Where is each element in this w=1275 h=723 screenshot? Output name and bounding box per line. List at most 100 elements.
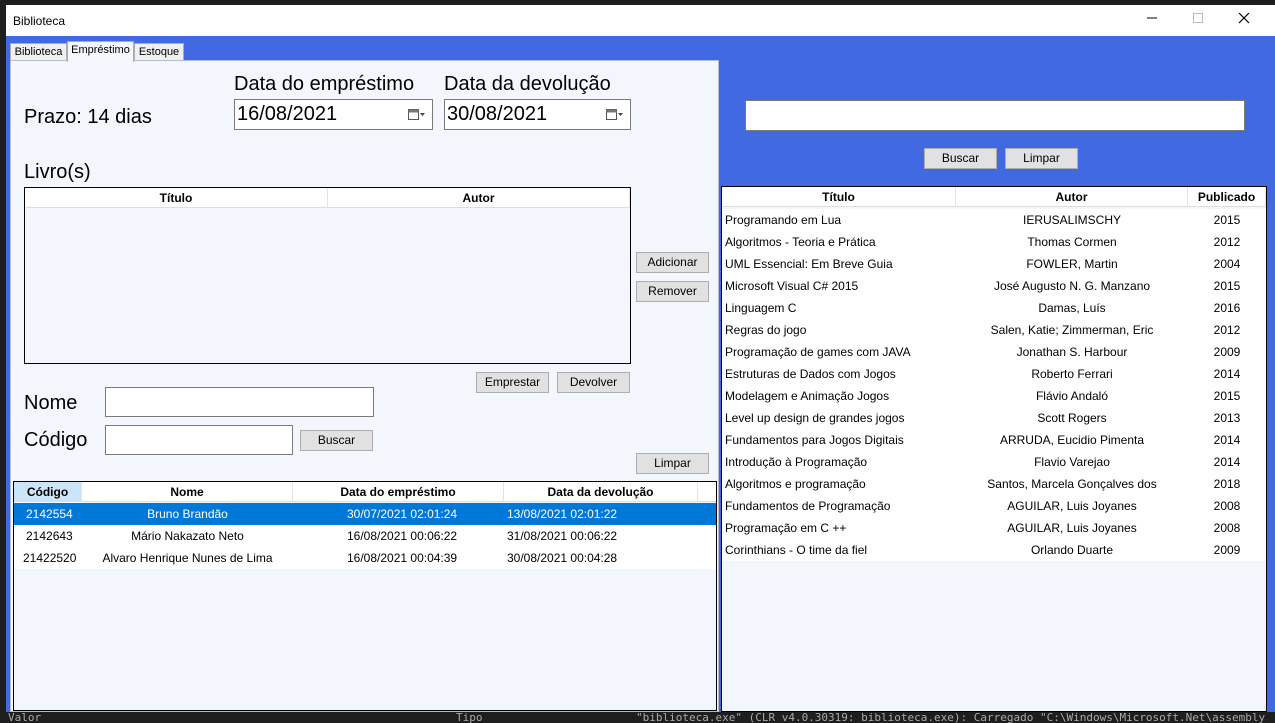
cell-year: 2012 — [1213, 323, 1241, 337]
loans-grid-header: Código Nome Data do empréstimo Data da d… — [14, 482, 716, 502]
table-row[interactable]: 2142643 Mário Nakazato Neto 16/08/2021 0… — [14, 525, 716, 547]
table-row[interactable]: Level up design de grandes jogos Scott Ro… — [722, 407, 1266, 429]
cell-author: Salen, Katie; Zimmerman, Eric — [990, 323, 1154, 337]
col-titulo[interactable]: Título — [722, 187, 956, 207]
table-row[interactable]: Fundamentos de Programação AGUILAR, Luis … — [722, 495, 1266, 517]
col-autor[interactable]: Autor — [328, 188, 630, 208]
name-input[interactable] — [105, 387, 374, 417]
cell-year: 2008 — [1213, 499, 1241, 513]
table-row[interactable]: Programando em Lua IERUSALIMSCHY 2015 — [722, 209, 1266, 231]
cell-title: Programação de games com JAVA — [725, 345, 911, 359]
cell-return-date: 13/08/2021 02:01:22 — [507, 507, 618, 521]
minimize-icon[interactable] — [1129, 5, 1175, 36]
table-row[interactable]: Algoritmos e programação Santos, Marcela … — [722, 473, 1266, 495]
clear-button[interactable]: Limpar — [636, 453, 709, 474]
table-row[interactable]: Fundamentos para Jogos Digitais ARRUDA, E… — [722, 429, 1266, 451]
table-row[interactable]: UML Essencial: Em Breve Guia FOWLER, Mart… — [722, 253, 1266, 275]
cell-year: 2018 — [1213, 477, 1241, 491]
window-title: Biblioteca — [13, 14, 66, 28]
table-row[interactable]: Estruturas de Dados com Jogos Roberto Fer… — [722, 363, 1266, 385]
lend-button[interactable]: Emprestar — [476, 372, 549, 393]
catalog-clear-button[interactable]: Limpar — [1005, 148, 1078, 169]
table-row[interactable]: 2142554 Bruno Brandão 30/07/2021 02:01:2… — [14, 503, 716, 525]
col-autor[interactable]: Autor — [956, 187, 1188, 207]
tab-biblioteca[interactable]: Biblioteca — [10, 43, 67, 61]
table-row[interactable]: Modelagem e Animação Jogos Flávio Andaló 2… — [722, 385, 1266, 407]
cell-author: Thomas Cormen — [1027, 235, 1117, 249]
cell-author: Damas, Luís — [1038, 301, 1106, 315]
cell-year: 2014 — [1213, 455, 1241, 469]
table-row[interactable]: Programação de games com JAVA Jonathan S.… — [722, 341, 1266, 363]
col-data-emprestimo[interactable]: Data do empréstimo — [293, 482, 504, 502]
cell-author: AGUILAR, Luis Joyanes — [1007, 521, 1137, 535]
search-client-button[interactable]: Buscar — [300, 430, 373, 451]
cell-name: Alvaro Henrique Nunes de Lima — [102, 551, 273, 565]
cell-code: 21422520 — [23, 551, 77, 565]
table-row[interactable]: Microsoft Visual C# 2015 José Augusto N. … — [722, 275, 1266, 297]
return-date-value: 30/08/2021 — [447, 103, 548, 125]
table-row[interactable]: Programação em C ++ AGUILAR, Luis Joyanes… — [722, 517, 1266, 539]
cell-title: Modelagem e Animação Jogos — [725, 389, 890, 403]
cell-year: 2014 — [1213, 433, 1241, 447]
cell-title: Programação em C ++ — [725, 521, 847, 535]
books-label: Livro(s) — [24, 161, 91, 183]
loan-date-value: 16/08/2021 — [237, 103, 338, 125]
col-titulo[interactable]: Título — [25, 188, 328, 208]
col-codigo[interactable]: Código — [14, 482, 82, 502]
cell-author: Orlando Duarte — [1030, 543, 1114, 557]
table-row[interactable]: Regras do jogo Salen, Katie; Zimmerman, E… — [722, 319, 1266, 341]
remove-book-button[interactable]: Remover — [636, 281, 709, 302]
maximize-icon[interactable] — [1175, 5, 1221, 36]
catalog-search-button[interactable]: Buscar — [924, 148, 997, 169]
cell-author: Santos, Marcela Gonçalves dos — [987, 477, 1157, 491]
table-row[interactable]: 21422520 Alvaro Henrique Nunes de Lima 1… — [14, 547, 716, 569]
return-button[interactable]: Devolver — [557, 372, 630, 393]
loans-grid[interactable]: Código Nome Data do empréstimo Data da d… — [13, 481, 717, 711]
selected-books-grid[interactable]: Título Autor — [24, 187, 631, 364]
cell-author: FOWLER, Martin — [1026, 257, 1118, 271]
cell-title: Fundamentos de Programação — [725, 499, 891, 513]
cell-return-date: 30/08/2021 00:04:28 — [507, 551, 618, 565]
cell-title: Algoritmos - Teoria e Prática — [725, 235, 876, 249]
cell-title: Microsoft Visual C# 2015 — [725, 279, 859, 293]
cell-year: 2012 — [1213, 235, 1241, 249]
table-row[interactable]: Corinthians - O time da fiel Orlando Duar… — [722, 539, 1266, 561]
code-input[interactable] — [105, 425, 293, 455]
table-row[interactable]: Introdução à Programação Flavio Varejao 20… — [722, 451, 1266, 473]
cell-author: Flávio Andaló — [1035, 389, 1109, 403]
col-nome[interactable]: Nome — [82, 482, 293, 502]
col-data-devolucao[interactable]: Data da devolução — [504, 482, 698, 502]
close-icon[interactable] — [1221, 5, 1267, 36]
app-window: Biblioteca Biblioteca Empréstimo Estoque… — [6, 5, 1275, 712]
catalog-search-input[interactable] — [745, 100, 1245, 131]
loan-date-picker[interactable]: 16/08/2021 — [234, 99, 433, 130]
col-publicado[interactable]: Publicado — [1188, 187, 1266, 207]
cell-name: Mário Nakazato Neto — [131, 529, 244, 543]
cell-loan-date: 16/08/2021 00:04:39 — [347, 551, 458, 565]
cell-name: Bruno Brandão — [147, 507, 228, 521]
cell-author: Scott Rogers — [1037, 411, 1107, 425]
tab-estoque[interactable]: Estoque — [134, 43, 184, 61]
table-row[interactable]: Algoritmos - Teoria e Prática Thomas Corm… — [722, 231, 1266, 253]
catalog-grid[interactable]: Título Autor Publicado Programando em Lu… — [721, 186, 1267, 712]
cell-title: Introdução à Programação — [725, 455, 868, 469]
cell-author: ARRUDA, Eucidio Pimenta — [999, 433, 1145, 447]
calendar-dropdown-icon[interactable] — [606, 108, 624, 121]
cell-year: 2004 — [1213, 257, 1241, 271]
console-output-line: "biblioteca.exe" (CLR v4.0.30319: biblio… — [636, 712, 1266, 723]
cell-title: Estruturas de Dados com Jogos — [725, 367, 896, 381]
cell-title: UML Essencial: Em Breve Guia — [725, 257, 893, 271]
background-output-console: Valor Tipo "biblioteca.exe" (CLR v4.0.30… — [0, 712, 1275, 723]
tab-emprestimo[interactable]: Empréstimo — [67, 41, 134, 62]
cell-loan-date: 30/07/2021 02:01:24 — [347, 507, 458, 521]
add-book-button[interactable]: Adicionar — [636, 252, 709, 273]
table-row[interactable]: Linguagem C Damas, Luís 2016 — [722, 297, 1266, 319]
cell-year: 2013 — [1213, 411, 1241, 425]
cell-title: Corinthians - O time da fiel — [725, 543, 868, 557]
return-date-picker[interactable]: 30/08/2021 — [444, 99, 631, 130]
cell-year: 2008 — [1213, 521, 1241, 535]
cell-title: Linguagem C — [725, 301, 797, 315]
cell-year: 2009 — [1213, 543, 1241, 557]
cell-year: 2015 — [1213, 389, 1241, 403]
calendar-dropdown-icon[interactable] — [408, 108, 426, 121]
